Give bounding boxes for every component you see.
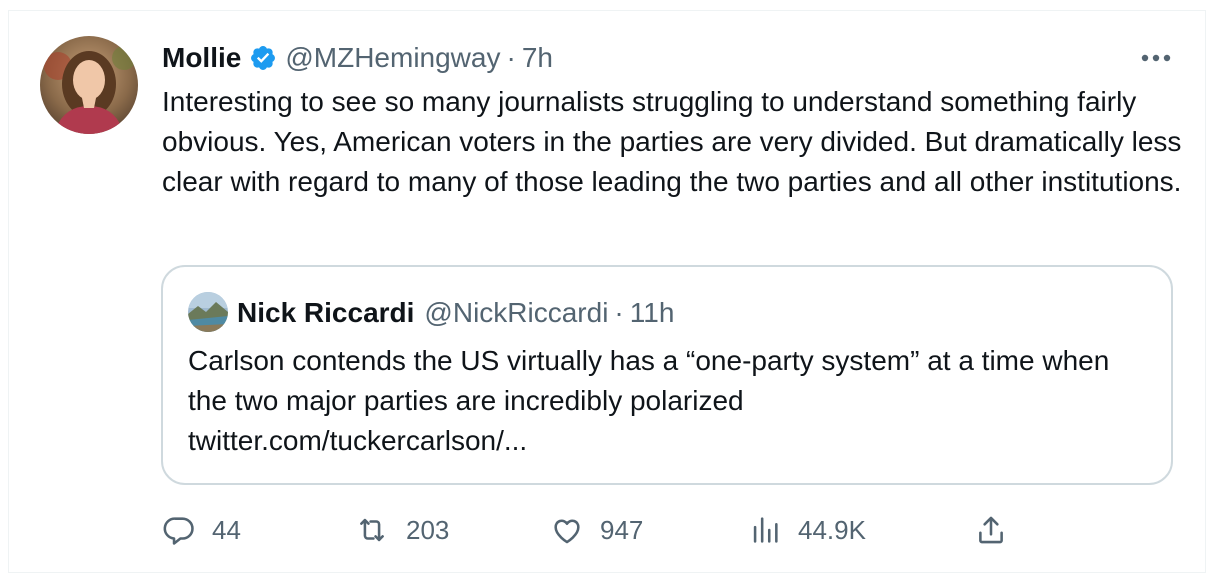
retweet-button[interactable]: 203: [354, 508, 449, 552]
tweet-actions: 44 203 947 44.9K: [162, 508, 1042, 552]
timestamp[interactable]: 7h: [522, 42, 553, 74]
heart-icon: [554, 519, 580, 544]
author-avatar[interactable]: [40, 36, 138, 134]
views-icon: [753, 517, 778, 543]
quoted-author-name[interactable]: Nick Riccardi: [237, 297, 414, 329]
divider: [8, 572, 1206, 573]
share-button[interactable]: [974, 508, 1008, 552]
verified-badge-icon[interactable]: [249, 44, 277, 72]
quoted-author-handle[interactable]: @NickRiccardi: [424, 297, 608, 329]
author-name[interactable]: Mollie: [162, 42, 241, 74]
like-button[interactable]: 947: [550, 508, 643, 552]
more-options-icon[interactable]: [1136, 40, 1176, 76]
author-handle[interactable]: @MZHemingway: [285, 42, 500, 74]
avatar-image: [188, 292, 228, 332]
avatar-image: [40, 36, 138, 134]
like-count: 947: [600, 514, 644, 545]
reply-button[interactable]: 44: [162, 508, 241, 552]
quoted-link[interactable]: twitter.com/tuckercarlson/...: [188, 425, 527, 456]
retweet-count: 203: [406, 514, 450, 545]
views-count: 44.9K: [798, 514, 866, 545]
views-button[interactable]: 44.9K: [748, 508, 866, 552]
quoted-tweet-header: Nick Riccardi @NickRiccardi · 11h: [237, 293, 674, 333]
tweet-header: Mollie @MZHemingway · 7h: [162, 38, 553, 78]
tweet-text: Interesting to see so many journalists s…: [162, 86, 1182, 197]
separator-dot: ·: [506, 42, 516, 73]
separator-dot: ·: [614, 297, 624, 328]
quoted-tweet[interactable]: Nick Riccardi @NickRiccardi · 11h Carlso…: [161, 265, 1173, 485]
reply-icon: [163, 517, 194, 545]
quoted-tweet-text: Carlson contends the US virtually has a …: [188, 341, 1148, 461]
quoted-author-avatar[interactable]: [188, 292, 228, 332]
quoted-text-body: Carlson contends the US virtually has a …: [188, 345, 1110, 416]
quoted-timestamp[interactable]: 11h: [630, 297, 675, 329]
reply-count: 44: [212, 514, 241, 545]
share-icon: [979, 516, 1003, 544]
retweet-icon: [360, 518, 384, 542]
